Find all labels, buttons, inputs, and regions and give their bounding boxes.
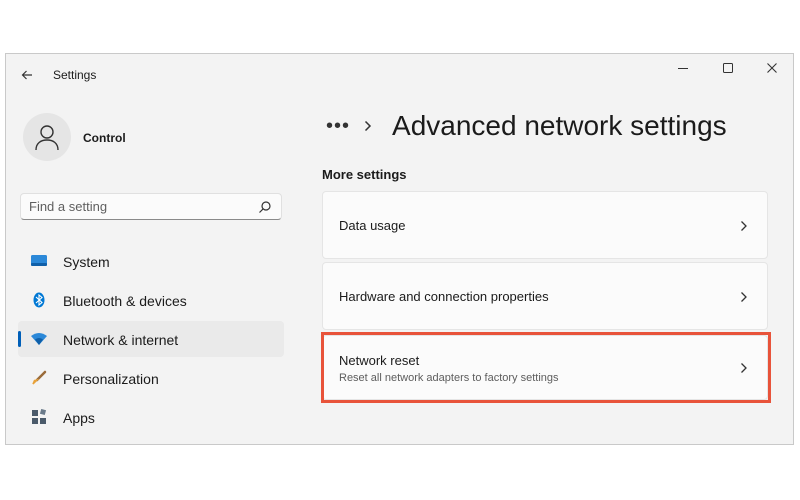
maximize-button[interactable] <box>714 58 742 78</box>
sidebar-item-label: Apps <box>63 410 95 426</box>
user-name: Control <box>83 131 126 145</box>
title-bar: Settings <box>6 54 793 94</box>
close-icon <box>767 63 777 73</box>
network-reset-card[interactable]: Network reset Reset all network adapters… <box>322 335 768 400</box>
selection-indicator <box>18 331 21 347</box>
card-title: Network reset <box>339 353 420 368</box>
chevron-right-icon <box>364 119 376 133</box>
search-input[interactable] <box>29 197 249 216</box>
sidebar-item-label: Bluetooth & devices <box>63 293 187 309</box>
page-title: Advanced network settings <box>392 110 727 141</box>
app-title: Settings <box>53 68 97 82</box>
wifi-icon <box>30 331 48 347</box>
sidebar-item-label: System <box>63 254 110 270</box>
back-button[interactable] <box>16 64 38 86</box>
sidebar-item-personalization[interactable]: Personalization <box>18 360 284 396</box>
data-usage-card[interactable]: Data usage <box>322 191 768 259</box>
user-icon <box>35 125 59 151</box>
chevron-right-icon <box>739 361 749 375</box>
hardware-properties-card[interactable]: Hardware and connection properties <box>322 262 768 330</box>
sidebar-item-network[interactable]: Network & internet <box>18 321 284 357</box>
card-title: Hardware and connection properties <box>339 289 549 304</box>
system-icon <box>30 253 48 269</box>
close-button[interactable] <box>758 58 786 78</box>
sidebar-item-apps[interactable]: Apps <box>18 399 284 435</box>
settings-window: Settings Control Find a setting System B… <box>5 53 794 445</box>
chevron-right-icon <box>739 219 749 233</box>
back-arrow-icon <box>21 70 32 80</box>
sidebar-item-system[interactable]: System <box>18 243 284 279</box>
section-heading: More settings <box>322 167 407 182</box>
maximize-icon <box>723 63 733 73</box>
bluetooth-icon <box>30 292 48 308</box>
card-title: Data usage <box>339 218 406 233</box>
chevron-right-icon <box>739 290 749 304</box>
sidebar-item-label: Personalization <box>63 371 159 387</box>
avatar[interactable] <box>23 113 71 161</box>
brush-icon <box>30 370 48 386</box>
minimize-button[interactable] <box>669 58 697 78</box>
search-box[interactable] <box>20 193 282 220</box>
sidebar-item-bluetooth[interactable]: Bluetooth & devices <box>18 282 284 318</box>
breadcrumb: ••• Advanced network settings <box>326 106 727 146</box>
sidebar-item-label: Network & internet <box>63 332 179 348</box>
search-icon[interactable] <box>258 200 272 214</box>
breadcrumb-overflow-button[interactable]: ••• <box>326 116 350 136</box>
apps-icon <box>30 409 48 425</box>
minimize-icon <box>678 68 688 69</box>
sidebar-nav: System Bluetooth & devices Network & int… <box>18 243 284 438</box>
card-description: Reset all network adapters to factory se… <box>339 372 559 384</box>
